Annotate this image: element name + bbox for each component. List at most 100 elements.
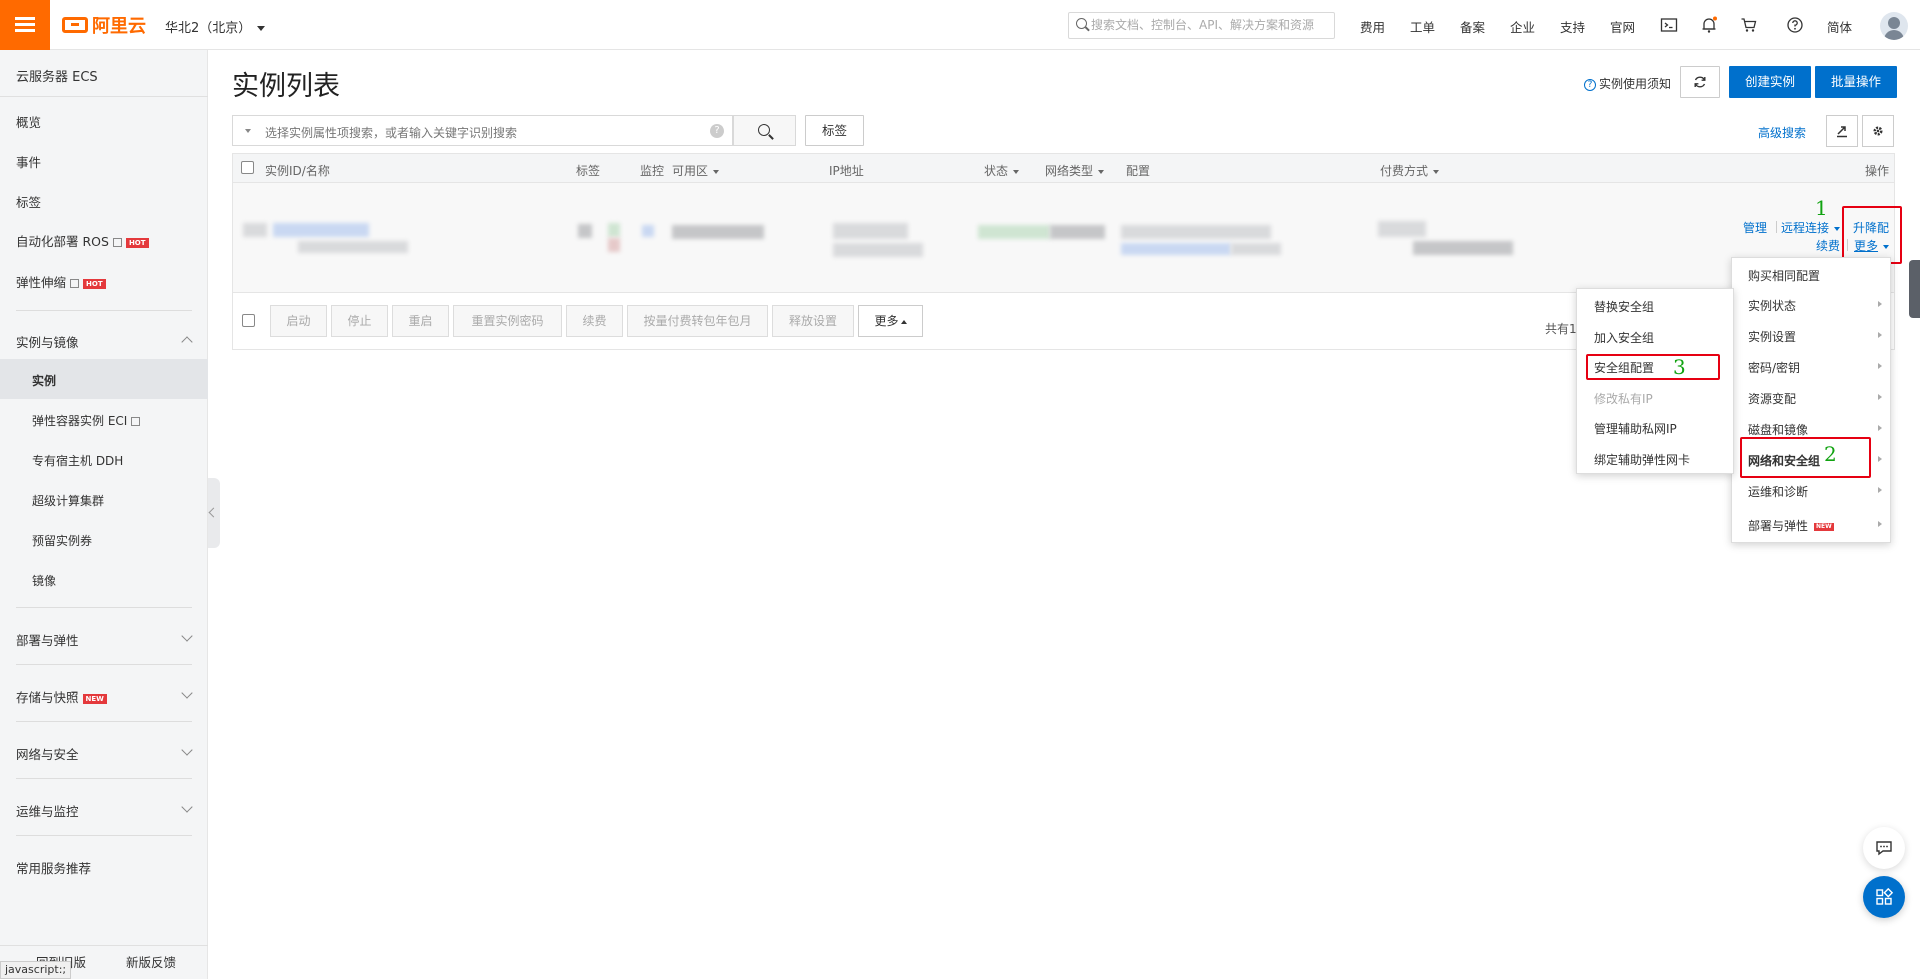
sidebar-group-network[interactable]: 网络与安全 [16, 744, 79, 763]
sidebar-collapse-handle[interactable] [208, 478, 220, 548]
aliyun-logo[interactable]: 阿里云 [62, 13, 146, 37]
annotation-number-2: 2 [1824, 442, 1837, 466]
sidebar-item-tags[interactable]: 标签 [16, 192, 41, 211]
menu-item-deployment-label: 部署与弹性 [1748, 519, 1809, 533]
redacted-config [1231, 243, 1281, 255]
chevron-down-icon[interactable] [181, 687, 193, 699]
sidebar-item-images[interactable]: 镜像 [32, 572, 56, 589]
sidebar-item-instances[interactable]: 实例 [32, 372, 56, 389]
col-zone[interactable]: 可用区 [672, 162, 720, 179]
sidebar-item-scc[interactable]: 超级计算集群 [32, 492, 104, 509]
menu-item-join-sg[interactable]: 加入安全组 [1594, 329, 1654, 346]
hamburger-menu-button[interactable] [0, 0, 50, 50]
renew-link[interactable]: 续费 [1816, 237, 1840, 254]
gear-icon [1873, 126, 1883, 136]
reset-password-button[interactable]: 重置实例密码 [453, 305, 562, 337]
select-all-checkbox[interactable] [241, 161, 254, 174]
global-search-input[interactable]: 搜索文档、控制台、API、解决方案和资源 [1068, 12, 1335, 39]
start-button[interactable]: 启动 [270, 305, 327, 337]
help-icon[interactable] [1786, 16, 1804, 34]
select-all-checkbox[interactable] [242, 314, 255, 327]
redacted-network [1050, 225, 1105, 239]
export-button[interactable] [1826, 115, 1858, 147]
instance-notice-link[interactable]: ? 实例使用须知 [1584, 75, 1671, 92]
menu-item-instance-status[interactable]: 实例状态 [1748, 297, 1796, 314]
menu-item-deployment[interactable]: 部署与弹性 NEW [1748, 517, 1834, 534]
sidebar-group-storage[interactable]: 存储与快照 NEW [16, 687, 107, 706]
sidebar-item-reserved-instances[interactable]: 预留实例券 [32, 532, 92, 549]
sidebar-item-autoscaling[interactable]: 弹性伸缩 HOT [16, 272, 106, 291]
menu-item-disk-image[interactable]: 磁盘和镜像 [1748, 421, 1808, 438]
more-button[interactable]: 更多 [858, 305, 923, 337]
sidebar-item-events[interactable]: 事件 [16, 152, 41, 171]
settings-button[interactable] [1862, 115, 1894, 147]
chevron-up-icon[interactable] [181, 336, 193, 348]
chevron-down-icon[interactable] [181, 630, 193, 642]
redacted-instance-name [298, 241, 408, 253]
terminal-icon[interactable] [1660, 16, 1678, 34]
sidebar-group-deployment[interactable]: 部署与弹性 [16, 630, 79, 649]
nav-icp[interactable]: 备案 [1460, 17, 1485, 36]
tag-filter-button[interactable]: 标签 [805, 115, 864, 146]
caret-down-icon [257, 26, 266, 31]
menu-item-bind-eni[interactable]: 绑定辅助弹性网卡 [1594, 451, 1690, 468]
menu-item-resource-change[interactable]: 资源变配 [1748, 390, 1796, 407]
side-drawer-handle[interactable] [1909, 260, 1920, 318]
cart-icon[interactable] [1740, 16, 1758, 34]
table-header: 实例ID/名称 标签 监控 可用区 IP地址 状态 网络类型 配置 付费方式 操… [232, 153, 1895, 183]
chevron-right-icon [1878, 332, 1882, 338]
manage-link[interactable]: 管理 [1743, 219, 1767, 236]
chevron-right-icon [1878, 363, 1882, 369]
advanced-search-link[interactable]: 高级搜索 [1758, 124, 1806, 141]
feedback-link[interactable]: 新版反馈 [126, 952, 176, 971]
restart-button[interactable]: 重启 [392, 305, 449, 337]
chevron-right-icon [1878, 301, 1882, 307]
menu-item-buy-same[interactable]: 购买相同配置 [1748, 267, 1820, 284]
convert-billing-button[interactable]: 按量付费转包年包月 [627, 305, 768, 337]
apps-button[interactable] [1863, 876, 1905, 918]
renew-button[interactable]: 续费 [566, 305, 623, 337]
sidebar-item-recommend[interactable]: 常用服务推荐 [16, 858, 91, 877]
user-avatar[interactable] [1880, 12, 1908, 40]
search-button[interactable] [733, 115, 796, 146]
menu-item-instance-settings[interactable]: 实例设置 [1748, 328, 1796, 345]
release-settings-button[interactable]: 释放设置 [772, 305, 854, 337]
instance-filter-input[interactable]: 选择实例属性项搜索，或者输入关键字识别搜索 ? [232, 115, 733, 146]
chevron-down-icon[interactable] [181, 744, 193, 756]
sidebar-item-ros[interactable]: 自动化部署 ROS HOT [16, 231, 149, 250]
nav-enterprise[interactable]: 企业 [1510, 17, 1535, 36]
col-network-type[interactable]: 网络类型 [1045, 162, 1105, 179]
menu-item-replace-sg[interactable]: 替换安全组 [1594, 298, 1654, 315]
remote-connect-link[interactable]: 远程连接 [1781, 219, 1841, 236]
new-badge: NEW [82, 693, 107, 704]
menu-item-secondary-ip[interactable]: 管理辅助私网IP [1594, 420, 1677, 437]
region-selector[interactable]: 华北2（北京） [165, 17, 266, 36]
help-icon[interactable]: ? [710, 124, 724, 138]
stop-button[interactable]: 停止 [331, 305, 388, 337]
sidebar-title: 云服务器 ECS [16, 70, 98, 85]
caret-down-icon [1834, 226, 1841, 231]
sidebar-group-instances-images[interactable]: 实例与镜像 [16, 332, 79, 351]
col-billing[interactable]: 付费方式 [1380, 162, 1440, 179]
menu-item-ops-diagnostics[interactable]: 运维和诊断 [1748, 483, 1808, 500]
language-switch[interactable]: 简体 [1827, 17, 1852, 36]
bell-icon[interactable] [1700, 16, 1718, 34]
nav-billing[interactable]: 费用 [1360, 17, 1385, 36]
sidebar-item-eci[interactable]: 弹性容器实例 ECI [32, 412, 141, 429]
col-config: 配置 [1126, 164, 1151, 178]
sidebar-item-overview[interactable]: 概览 [16, 112, 41, 131]
create-instance-button[interactable]: 创建实例 [1729, 66, 1811, 98]
chat-button[interactable] [1863, 827, 1905, 869]
chevron-down-icon[interactable] [181, 801, 193, 813]
nav-official-site[interactable]: 官网 [1610, 17, 1635, 36]
nav-support[interactable]: 支持 [1560, 17, 1585, 36]
col-status[interactable]: 状态 [984, 162, 1020, 179]
sidebar-group-ops[interactable]: 运维与监控 [16, 801, 79, 820]
sidebar-item-ddh[interactable]: 专有宿主机 DDH [32, 452, 123, 469]
page-title: 实例列表 [232, 71, 340, 102]
nav-ticket[interactable]: 工单 [1410, 17, 1435, 36]
redacted-instance-id[interactable] [273, 223, 369, 237]
menu-item-password-key[interactable]: 密码/密钥 [1748, 359, 1800, 376]
refresh-button[interactable] [1680, 66, 1720, 98]
batch-operation-button[interactable]: 批量操作 [1815, 66, 1897, 98]
